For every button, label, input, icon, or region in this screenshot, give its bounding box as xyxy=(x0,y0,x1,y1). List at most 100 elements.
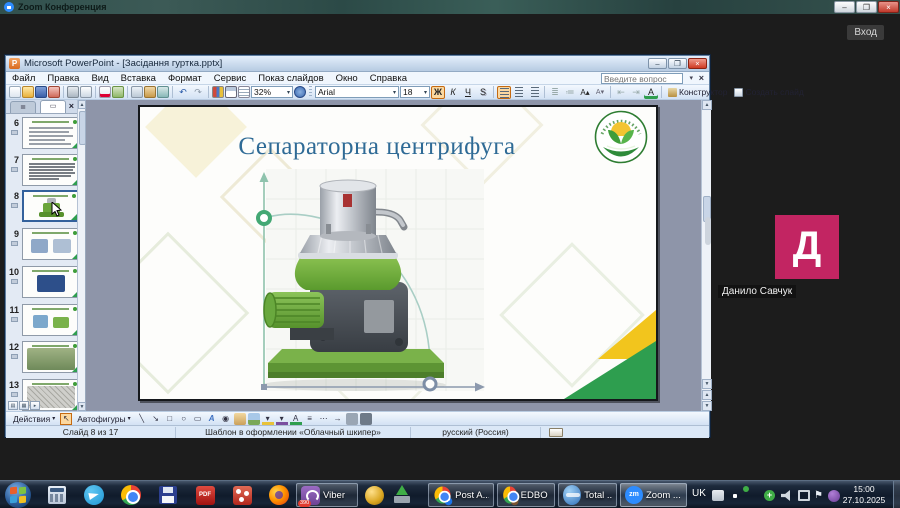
zoom-task-button[interactable]: zm Zoom ... xyxy=(620,483,687,507)
slide-6-thumbnail[interactable] xyxy=(22,117,80,149)
tab-slides[interactable]: ▭ xyxy=(40,100,66,113)
wordart-icon[interactable]: А xyxy=(206,413,218,425)
ask-dropdown-icon[interactable]: ▾ xyxy=(689,72,693,85)
menu-help[interactable]: Справка xyxy=(364,72,413,85)
spelling-icon[interactable] xyxy=(99,86,111,98)
paste-icon[interactable] xyxy=(144,86,156,98)
format-painter-icon[interactable] xyxy=(157,86,169,98)
bullet-list-icon[interactable]: ≔ xyxy=(563,86,577,99)
current-slide[interactable]: Сепараторна центрифуга xyxy=(138,105,658,401)
bold-button[interactable]: Ж xyxy=(431,86,445,99)
start-button[interactable] xyxy=(5,482,31,508)
previous-slide-icon[interactable]: ▲ xyxy=(702,390,712,400)
disk-tool-icon[interactable] xyxy=(362,484,386,506)
ppt-minimize-button[interactable]: – xyxy=(648,58,667,69)
font-size-dropdown-icon[interactable]: ▾ xyxy=(422,89,427,96)
language-indicator[interactable]: русский (Россия) xyxy=(411,427,541,438)
permission-icon[interactable] xyxy=(48,86,60,98)
save-icon[interactable] xyxy=(35,86,47,98)
minimize-button[interactable]: – xyxy=(834,1,855,13)
next-slide-icon[interactable]: ▼ xyxy=(702,401,712,411)
fill-color-icon[interactable]: ▾ xyxy=(262,413,274,425)
menu-tools[interactable]: Сервис xyxy=(208,72,253,85)
oval-tool-icon[interactable]: ○ xyxy=(178,413,190,425)
edbo-task-button[interactable]: EDBO ... xyxy=(497,483,555,507)
scroll-down-icon[interactable]: ▼ xyxy=(702,379,712,389)
help-icon[interactable] xyxy=(294,86,306,98)
share-app-icon[interactable] xyxy=(230,484,254,506)
shadow-style-icon[interactable] xyxy=(346,413,358,425)
design-button[interactable]: Конструктор xyxy=(665,87,730,97)
tables-borders-icon[interactable] xyxy=(238,86,250,98)
maximize-button[interactable]: ❐ xyxy=(856,1,877,13)
table-icon[interactable] xyxy=(225,86,237,98)
redo-icon[interactable]: ↷ xyxy=(191,86,205,99)
language-indicator[interactable]: UK xyxy=(692,488,706,499)
chrome-icon[interactable] xyxy=(119,484,143,506)
show-desktop-button[interactable] xyxy=(893,481,900,508)
menu-window[interactable]: Окно xyxy=(330,72,364,85)
firefox-icon[interactable] xyxy=(267,484,291,506)
slide-10-thumbnail[interactable] xyxy=(22,266,80,298)
post-task-button[interactable]: P Post A... xyxy=(428,483,494,507)
increase-font-icon[interactable]: A▴ xyxy=(578,86,592,99)
arrow-tool-icon[interactable]: ↘ xyxy=(150,413,162,425)
undo-icon[interactable]: ↶ xyxy=(176,86,190,99)
numbered-list-icon[interactable]: ≣ xyxy=(548,86,562,99)
tab-outline[interactable]: ≣ xyxy=(10,101,36,113)
clock[interactable]: 15:00 27.10.2025 xyxy=(838,484,890,505)
actions-menu[interactable]: Действия ▾ xyxy=(10,414,58,424)
save-app-icon[interactable] xyxy=(156,484,180,506)
action-center-flag-icon[interactable]: ⚑ xyxy=(814,490,826,501)
slide-scrollbar[interactable]: ▲ ▼ ▲ ▼ xyxy=(701,100,711,411)
slide-title[interactable]: Сепараторна центрифуга xyxy=(146,133,608,161)
panel-close-icon[interactable]: × xyxy=(69,99,74,113)
print-icon[interactable] xyxy=(67,86,79,98)
slide-sorter-view-icon[interactable]: ▦ xyxy=(19,401,29,410)
threed-style-icon[interactable] xyxy=(360,413,372,425)
ppt-restore-button[interactable]: ❐ xyxy=(668,58,687,69)
textbox-tool-icon[interactable]: ▭ xyxy=(192,413,204,425)
display-icon[interactable] xyxy=(798,490,810,501)
line-tool-icon[interactable]: ╲ xyxy=(136,413,148,425)
keyboard-layout-icon[interactable] xyxy=(712,490,724,501)
pdf-app-icon[interactable]: PDF xyxy=(193,484,217,506)
menu-file[interactable]: Файл xyxy=(6,72,41,85)
scroll-up-icon[interactable]: ▲ xyxy=(78,100,86,109)
slide-11-thumbnail[interactable] xyxy=(22,304,80,336)
scroll-up-icon[interactable]: ▲ xyxy=(702,100,712,110)
antivirus-icon[interactable]: + xyxy=(764,490,775,501)
telegram-icon[interactable] xyxy=(82,484,106,506)
menu-edit[interactable]: Правка xyxy=(41,72,85,85)
line-color-icon[interactable]: ▾ xyxy=(276,413,288,425)
slide-9-thumbnail[interactable] xyxy=(22,228,80,260)
slide-8-thumbnail-selected[interactable] xyxy=(22,190,80,222)
align-center-icon[interactable] xyxy=(512,86,526,99)
new-slide-button[interactable]: Создать слайд xyxy=(731,87,806,97)
decrease-font-icon[interactable]: A▾ xyxy=(593,86,607,99)
print-preview-icon[interactable] xyxy=(80,86,92,98)
menu-slideshow[interactable]: Показ слайдов xyxy=(252,72,329,85)
arrow-style-icon[interactable]: → xyxy=(332,413,344,425)
dash-style-icon[interactable]: ⋯ xyxy=(318,413,330,425)
volume-icon[interactable] xyxy=(781,490,793,501)
normal-view-icon[interactable]: ▤ xyxy=(8,401,18,410)
font-color-icon[interactable]: A xyxy=(644,86,658,99)
line-style-icon[interactable]: ≡ xyxy=(304,413,316,425)
ppt-close-button[interactable]: × xyxy=(688,58,707,69)
insert-picture-icon[interactable] xyxy=(248,413,260,425)
menu-insert[interactable]: Вставка xyxy=(115,72,162,85)
slide-7-thumbnail[interactable] xyxy=(22,154,80,186)
viber-task-button[interactable]: 390 Viber xyxy=(296,483,358,507)
font-name-dropdown-icon[interactable]: ▾ xyxy=(391,89,396,96)
video-panel-handle[interactable] xyxy=(705,217,711,245)
new-file-icon[interactable] xyxy=(9,86,21,98)
font-size-combo[interactable]: 18 ▾ xyxy=(400,86,430,98)
copy-icon[interactable] xyxy=(131,86,143,98)
font-color2-icon[interactable]: А xyxy=(290,413,302,425)
italic-button[interactable]: К xyxy=(446,86,460,99)
clipart-icon[interactable] xyxy=(234,413,246,425)
increase-indent-icon[interactable]: ⇥ xyxy=(629,86,643,99)
ask-question-input[interactable] xyxy=(601,73,683,84)
scrollbar-thumb[interactable] xyxy=(79,111,86,145)
